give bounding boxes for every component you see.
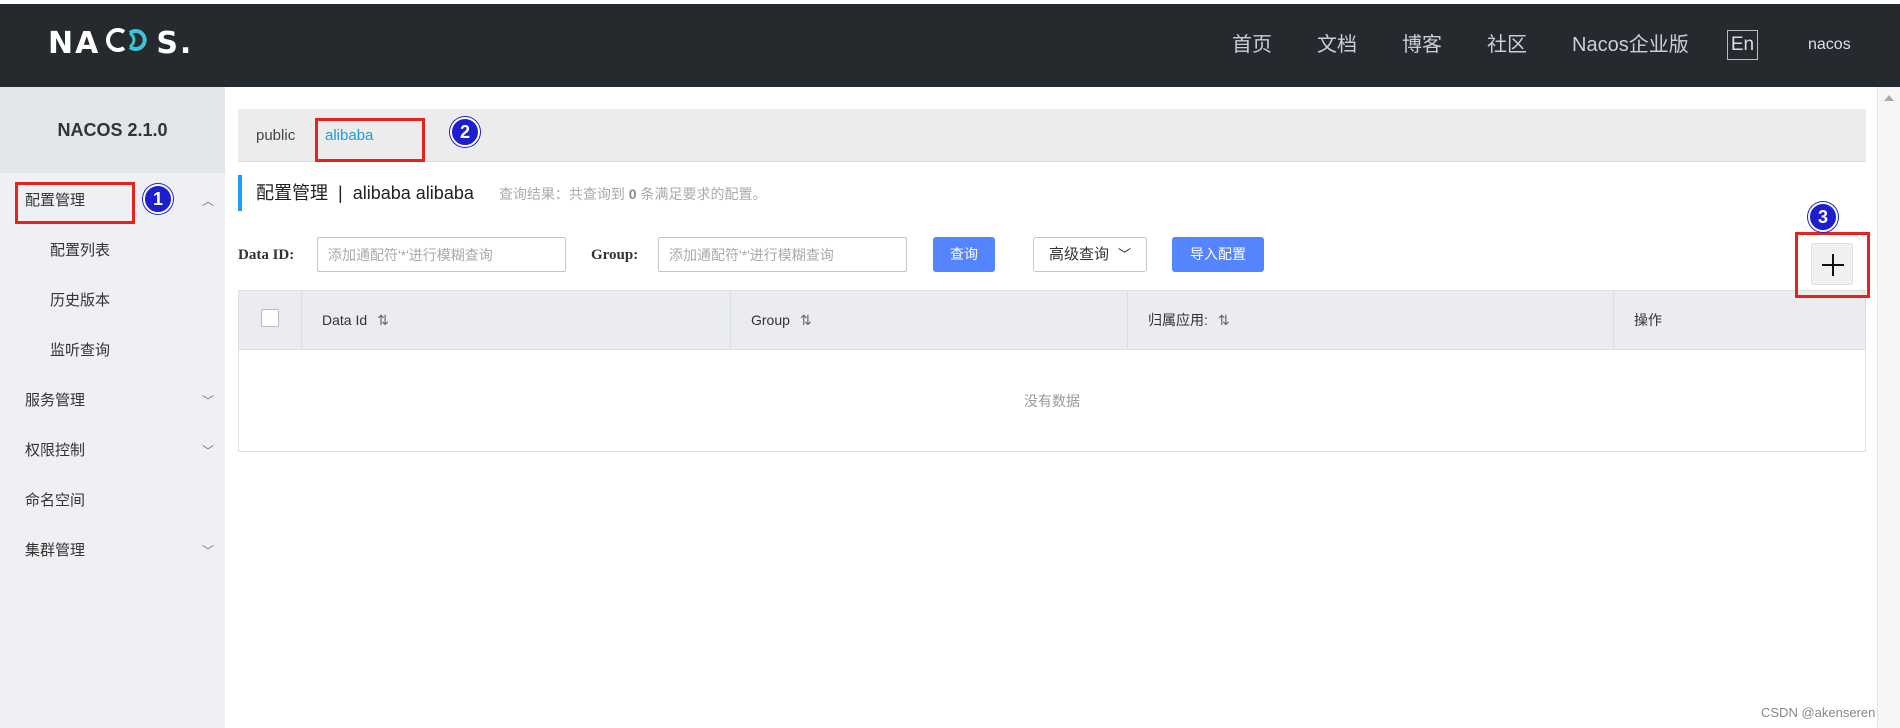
column-label: 归属应用:	[1148, 312, 1208, 328]
empty-state: 没有数据	[1024, 393, 1080, 409]
annotation-box-1	[15, 182, 135, 224]
namespace-name: alibaba	[352, 183, 411, 203]
namespace-bar: public alibaba	[238, 109, 1866, 162]
sidebar-item-namespace[interactable]: 命名空间	[0, 476, 225, 526]
sidebar-item-label: 监听查询	[50, 342, 111, 359]
logo-text-left: NA	[48, 26, 101, 61]
column-label: 操作	[1634, 312, 1662, 328]
advanced-query-label: 高级查询	[1049, 246, 1110, 263]
sidebar-item-label: 集群管理	[25, 542, 86, 559]
table-header: Data Id ⇅ Group ⇅ 归属应用: ⇅ 操作	[239, 291, 1865, 350]
annotation-badge-1: 1	[143, 184, 173, 214]
select-all-cell	[239, 291, 302, 350]
column-app[interactable]: 归属应用: ⇅	[1128, 291, 1614, 350]
logo-co-mark	[100, 25, 156, 55]
sidebar-item-label: 服务管理	[25, 392, 86, 409]
language-toggle-button[interactable]: En	[1727, 30, 1758, 60]
sidebar-item-access-control[interactable]: 权限控制 ﹀	[0, 426, 225, 476]
sidebar-item-history[interactable]: 历史版本	[0, 276, 225, 326]
title-separator: |	[338, 183, 343, 203]
logo-text-right: S.	[156, 26, 194, 61]
sidebar-item-label: 配置列表	[50, 242, 111, 259]
sidebar-item-label: 权限控制	[25, 442, 86, 459]
top-header: NA S. 首页 文档 博客 社区 Nacos企业版 En nacos	[0, 0, 1900, 87]
chevron-down-icon: ﹀	[202, 544, 215, 558]
result-suffix: 条满足要求的配置。	[640, 186, 767, 202]
group-input[interactable]	[658, 237, 907, 272]
result-count: 0	[628, 186, 637, 202]
sidebar-item-label: 历史版本	[50, 292, 111, 309]
column-data-id[interactable]: Data Id ⇅	[302, 291, 731, 350]
chevron-down-icon: ﹀	[202, 394, 215, 408]
advanced-query-button[interactable]: 高级查询 ﹀	[1033, 237, 1147, 272]
group-label: Group:	[591, 247, 639, 263]
column-group[interactable]: Group ⇅	[731, 291, 1128, 350]
nav-docs[interactable]: 文档	[1317, 0, 1357, 87]
user-name[interactable]: nacos	[1808, 0, 1851, 90]
namespace-id: alibaba	[415, 183, 474, 203]
query-button[interactable]: 查询	[933, 237, 995, 272]
annotation-badge-2: 2	[450, 117, 480, 147]
sidebar-item-service-management[interactable]: 服务管理 ﹀	[0, 376, 225, 426]
nav-home[interactable]: 首页	[1232, 0, 1272, 87]
vertical-scrollbar[interactable]	[1877, 87, 1900, 728]
nacos-logo[interactable]: NA S.	[48, 25, 194, 61]
sidebar-version: NACOS 2.1.0	[0, 87, 225, 173]
annotation-badge-3: 3	[1808, 202, 1838, 232]
nav-community[interactable]: 社区	[1487, 0, 1527, 87]
dataid-input[interactable]	[317, 237, 566, 272]
namespace-tab-public[interactable]: public	[256, 109, 295, 162]
sidebar-item-config-list[interactable]: 配置列表	[0, 226, 225, 276]
sort-icon[interactable]: ⇅	[1218, 312, 1230, 328]
nav-blog[interactable]: 博客	[1402, 0, 1442, 87]
chevron-down-icon: ﹀	[1118, 247, 1132, 262]
column-actions: 操作	[1614, 291, 1865, 350]
annotation-box-3	[1795, 232, 1870, 298]
sidebar-item-label: 命名空间	[25, 492, 86, 509]
column-label: Data Id	[322, 312, 368, 328]
sort-icon[interactable]: ⇅	[377, 312, 389, 328]
sidebar-item-cluster-management[interactable]: 集群管理 ﹀	[0, 526, 225, 576]
sort-icon[interactable]: ⇅	[800, 312, 812, 328]
annotation-box-2	[315, 118, 425, 162]
select-all-checkbox[interactable]	[261, 309, 279, 327]
watermark: CSDN @akenseren	[1761, 705, 1876, 720]
import-config-button[interactable]: 导入配置	[1172, 237, 1264, 272]
result-prefix: 查询结果：共查询到	[498, 186, 625, 202]
chevron-up-icon: ︿	[202, 194, 215, 208]
column-label: Group	[751, 312, 790, 328]
config-table: Data Id ⇅ Group ⇅ 归属应用: ⇅ 操作 没有数据	[238, 290, 1866, 452]
sidebar-item-listener-query[interactable]: 监听查询	[0, 326, 225, 376]
query-result-text: 查询结果：共查询到 0 条满足要求的配置。	[499, 186, 767, 202]
page-title-text: 配置管理	[256, 183, 328, 203]
chevron-down-icon: ﹀	[202, 444, 215, 458]
scroll-up-arrow-icon[interactable]	[1884, 95, 1894, 101]
dataid-label: Data ID:	[238, 247, 295, 263]
page-title: 配置管理 | alibaba alibaba 查询结果：共查询到 0 条满足要求…	[238, 175, 766, 211]
nav-enterprise[interactable]: Nacos企业版	[1572, 0, 1689, 87]
